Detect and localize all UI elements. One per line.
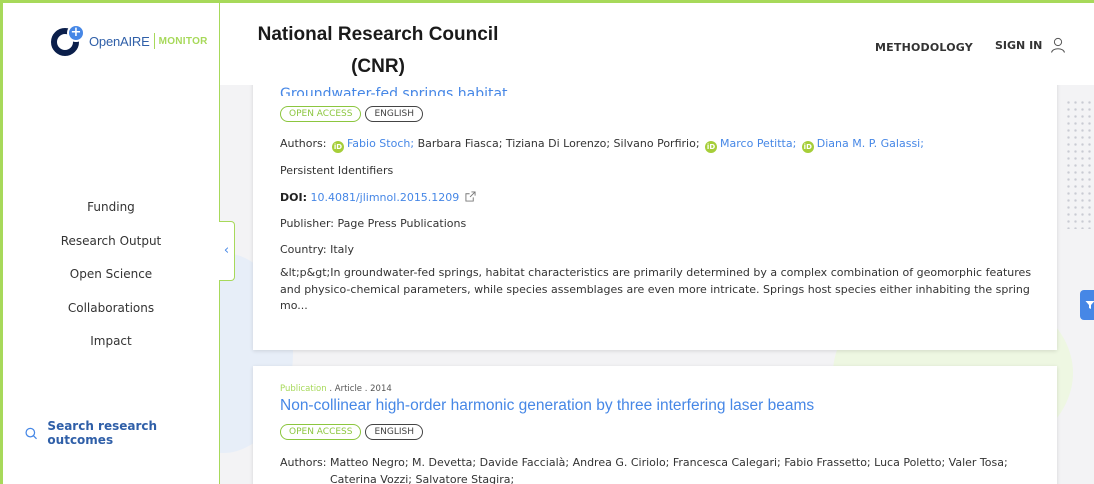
sign-in-label: SIGN IN (995, 38, 1043, 52)
country-value: Italy (330, 243, 354, 256)
language-badge: ENGLISH (365, 424, 424, 440)
publisher-label: Publisher: (280, 217, 335, 230)
external-link-icon[interactable] (465, 191, 476, 202)
filter-toggle-button[interactable] (1080, 290, 1094, 320)
result-title[interactable]: Groundwater-fed springs habitat (280, 86, 508, 96)
authors-line: Authors: Matteo Negro; M. Devetta; David… (280, 454, 1040, 484)
authors-line: Authors: iD Fabio Stoch; Barbara Fiasca; … (280, 137, 924, 153)
open-access-badge: OPEN ACCESS (280, 106, 362, 122)
sidebar: + Open AIRE MONITOR Funding Research Outp… (3, 3, 220, 484)
publisher-line: Publisher: Page Press Publications (280, 217, 466, 230)
page-header: National Research Council (CNR) METHODOL… (220, 3, 1094, 85)
filter-icon (1085, 301, 1094, 309)
chevron-left-icon: ‹ (223, 243, 230, 258)
logo-open: Open (89, 33, 121, 49)
country-line: Country: Italy (280, 243, 354, 256)
sign-in-button[interactable]: SIGN IN (995, 37, 1066, 53)
user-icon (1051, 37, 1066, 53)
logo-text: Open AIRE MONITOR (89, 33, 208, 49)
methodology-link[interactable]: METHODOLOGY (875, 41, 973, 54)
open-access-badge: OPEN ACCESS (280, 424, 362, 440)
doi-line: DOI: 10.4081/jlimnol.2015.1209 (280, 191, 476, 204)
sidebar-nav: Funding Research Output Open Science Col… (3, 191, 219, 359)
sidebar-item-collaborations[interactable]: Collaborations (3, 292, 219, 326)
result-type-meta: Publication . Article . 2014 (280, 384, 392, 394)
orcid-icon: iD (705, 141, 718, 153)
author-name: Barbara Fiasca; (417, 137, 503, 150)
author-link[interactable]: Fabio Stoch; (347, 137, 414, 150)
author-link[interactable]: Marco Petitta; (720, 137, 796, 150)
page-title-line2: (CNR) (351, 56, 405, 77)
sidebar-item-impact[interactable]: Impact (3, 325, 219, 359)
authors-label: Authors: (280, 456, 327, 469)
sidebar-item-research-output[interactable]: Research Output (3, 225, 219, 259)
publisher-value: Page Press Publications (337, 217, 467, 230)
author-link[interactable]: Diana M. P. Galassi; (817, 137, 924, 150)
orcid-icon: iD (331, 141, 344, 153)
result-type: Publication (280, 384, 327, 394)
country-label: Country: (280, 243, 327, 256)
search-research-outcomes-label: Search research outcomes (47, 419, 158, 447)
doi-label: DOI: (280, 191, 307, 204)
result-card: Groundwater-fed springs habitat OPEN ACC… (253, 65, 1057, 350)
authors-list-continued: Caterina Vozzi; Salvatore Stagira; (330, 473, 515, 484)
result-card: Publication . Article . 2014 Non-colline… (253, 366, 1057, 484)
sidebar-item-funding[interactable]: Funding (3, 191, 219, 225)
result-badges: OPEN ACCESS ENGLISH (280, 424, 424, 440)
openaire-logo-icon: + (51, 24, 85, 58)
page-title: National Research Council (CNR) (248, 19, 508, 83)
language-badge: ENGLISH (365, 106, 424, 122)
search-icon (25, 427, 37, 439)
logo-monitor: MONITOR (158, 35, 208, 47)
sidebar-item-open-science[interactable]: Open Science (3, 258, 219, 292)
result-subtype: . Article . 2014 (329, 384, 392, 394)
logo-aire: AIRE (120, 33, 150, 49)
result-description: &lt;p&gt;In groundwater-fed springs, hab… (280, 266, 1032, 312)
result-title[interactable]: Non-collinear high-order harmonic genera… (280, 397, 814, 415)
orcid-icon: iD (801, 141, 814, 153)
dot-pattern (1065, 99, 1094, 229)
doi-link[interactable]: 10.4081/jlimnol.2015.1209 (310, 191, 459, 204)
author-name: Tiziana Di Lorenzo; (505, 137, 611, 150)
result-badges: OPEN ACCESS ENGLISH (280, 106, 424, 122)
persistent-identifiers-label: Persistent Identifiers (280, 164, 394, 177)
authors-label: Authors: (280, 137, 327, 150)
openaire-monitor-logo[interactable]: + Open AIRE MONITOR (51, 21, 208, 61)
sidebar-collapse-toggle[interactable]: ‹ (219, 221, 235, 281)
page-title-line1: National Research Council (257, 24, 499, 45)
authors-list: Matteo Negro; M. Devetta; Davide Faccial… (329, 456, 1008, 469)
search-research-outcomes-link[interactable]: Search research outcomes (25, 419, 219, 447)
author-name: Silvano Porfirio; (613, 137, 700, 150)
